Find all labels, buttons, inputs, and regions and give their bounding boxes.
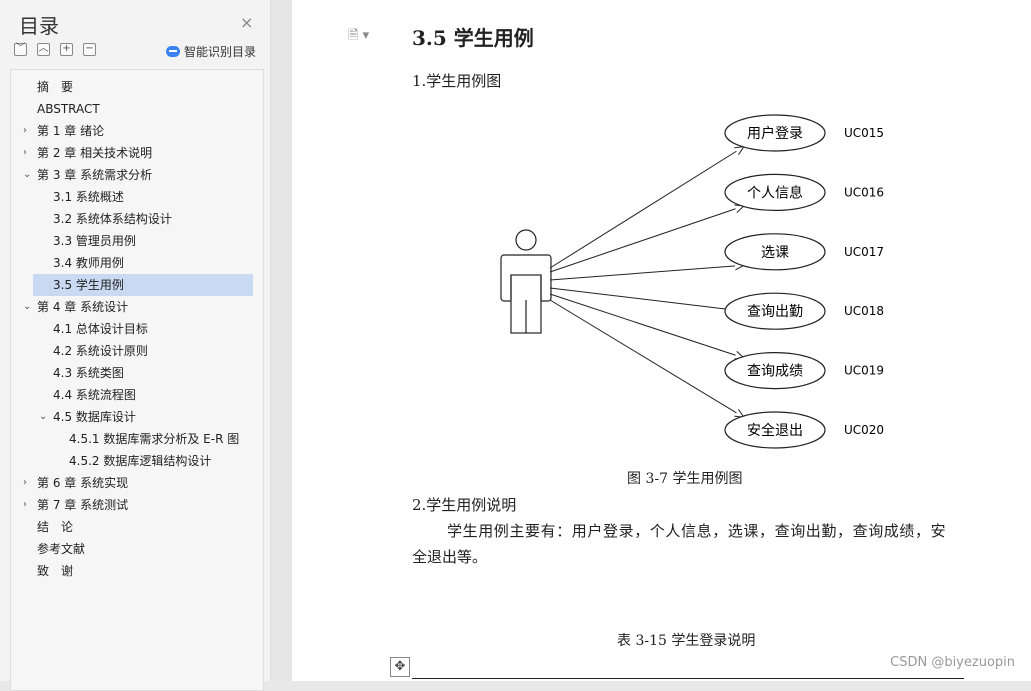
toc-toolbar: ﹀ ︿ + − bbox=[14, 43, 96, 56]
toc-item-label: 第 7 章 系统测试 bbox=[37, 498, 129, 512]
collapse-all-icon[interactable]: ﹀ bbox=[14, 43, 27, 56]
toc-item[interactable]: 4.4 系统流程图 bbox=[11, 384, 263, 406]
page-gutter bbox=[271, 0, 292, 681]
figure-caption: 图 3-7 学生用例图 bbox=[627, 471, 743, 487]
use-case-label: 查询出勤 bbox=[747, 304, 803, 320]
toc-item-label: 4.1 总体设计目标 bbox=[53, 322, 148, 336]
use-case-label: 安全退出 bbox=[747, 422, 803, 439]
use-case-diagram: 用户登录 UC015 个人信息 UC016 选课 UC017 查询出勤 UC018 查询成绩 UC… bbox=[500, 114, 884, 449]
toc-item[interactable]: ABSTRACT bbox=[11, 98, 263, 120]
use-case-label: 个人信息 bbox=[747, 184, 803, 201]
expand-all-icon[interactable]: ︿ bbox=[37, 43, 50, 56]
use-case-label: 查询成绩 bbox=[747, 364, 803, 380]
toc-item-label: 参考文献 bbox=[37, 542, 86, 556]
chevron-down-icon[interactable]: ⌄ bbox=[23, 164, 31, 186]
toc-item-label: 第 4 章 系统设计 bbox=[37, 300, 129, 314]
toc-item-label: 3.3 管理员用例 bbox=[53, 234, 136, 248]
use-case-code: UC019 bbox=[844, 364, 884, 378]
document-page: 🗎 ▾ 3.5 学生用例 1.学生用例图 用户登录 UC015 个人信息 UC016 选… bbox=[292, 0, 1031, 681]
toc-item[interactable]: 3.4 教师用例 bbox=[11, 252, 263, 274]
toc-item-label: 3.4 教师用例 bbox=[53, 256, 124, 270]
close-icon[interactable]: × bbox=[240, 13, 253, 32]
association-line bbox=[549, 265, 744, 281]
toc-item-label: ABSTRACT bbox=[37, 102, 100, 116]
chevron-right-icon[interactable]: › bbox=[23, 494, 27, 516]
toc-item-label: 4.5.1 数据库需求分析及 E-R 图 bbox=[69, 432, 240, 446]
subheading-description: 2.学生用例说明 bbox=[412, 496, 517, 514]
association-line bbox=[549, 299, 744, 417]
watermark: CSDN @biyezuopin bbox=[890, 655, 1015, 670]
association-line bbox=[549, 206, 744, 273]
toc-item-label: 第 2 章 相关技术说明 bbox=[37, 146, 153, 160]
use-case-code: UC016 bbox=[844, 185, 884, 199]
toc-item[interactable]: 参考文献 bbox=[11, 538, 263, 560]
student-actor bbox=[500, 229, 552, 334]
description-line-1: 学生用例主要有：用户登录，个人信息，选课，查询出勤，查询成绩，安 bbox=[447, 522, 947, 540]
toc-item-label: 第 6 章 系统实现 bbox=[37, 476, 129, 490]
toc-item[interactable]: 结 论 bbox=[11, 516, 263, 538]
toc-item[interactable]: 3.3 管理员用例 bbox=[11, 230, 263, 252]
document-icon[interactable]: 🗎 ▾ bbox=[348, 26, 369, 48]
add-heading-icon[interactable]: + bbox=[60, 43, 73, 56]
toc-item[interactable]: 3.1 系统概述 bbox=[11, 186, 263, 208]
toc-item-label: 4.5.2 数据库逻辑结构设计 bbox=[69, 454, 212, 468]
chevron-right-icon[interactable]: › bbox=[23, 120, 27, 142]
toc-item[interactable]: 3.5 学生用例 bbox=[33, 274, 253, 296]
toc-item[interactable]: › 第 6 章 系统实现 bbox=[11, 472, 263, 494]
toc-item-label: 3.1 系统概述 bbox=[53, 190, 124, 204]
subheading-diagram: 1.学生用例图 bbox=[412, 72, 502, 90]
use-case-code: UC017 bbox=[844, 245, 884, 259]
use-case-code: UC018 bbox=[844, 304, 884, 318]
toc-item[interactable]: 摘 要 bbox=[11, 76, 263, 98]
toc-item-label: 4.2 系统设计原则 bbox=[53, 344, 148, 358]
remove-heading-icon[interactable]: − bbox=[83, 43, 96, 56]
use-case-label: 用户登录 bbox=[747, 125, 803, 142]
description-line-2: 全退出等。 bbox=[412, 548, 488, 566]
toc-item-label: 4.3 系统类图 bbox=[53, 366, 124, 380]
toc-item-label: 致 谢 bbox=[37, 564, 74, 578]
chevron-right-icon[interactable]: › bbox=[23, 142, 27, 164]
toc-item-label: 4.5 数据库设计 bbox=[53, 410, 136, 424]
use-case-label: 选课 bbox=[761, 245, 789, 261]
smart-toc-label: 智能识别目录 bbox=[184, 45, 257, 59]
toc-item-label: 第 3 章 系统需求分析 bbox=[37, 168, 153, 182]
table-move-handle-icon[interactable]: ✥ bbox=[390, 657, 410, 677]
toc-item[interactable]: › 第 7 章 系统测试 bbox=[11, 494, 263, 516]
toc-item-label: 4.4 系统流程图 bbox=[53, 388, 136, 402]
toc-item[interactable]: 4.3 系统类图 bbox=[11, 362, 263, 384]
toc-item-label: 摘 要 bbox=[37, 80, 74, 94]
association-line bbox=[549, 147, 744, 269]
toc-item[interactable]: 4.5.2 数据库逻辑结构设计 bbox=[11, 450, 263, 472]
toc-item-label: 第 1 章 绪论 bbox=[37, 124, 105, 138]
toc-item[interactable]: › 第 1 章 绪论 bbox=[11, 120, 263, 142]
section-heading: 3.5 学生用例 bbox=[412, 26, 534, 50]
toc-item[interactable]: ⌄ 第 3 章 系统需求分析 bbox=[11, 164, 263, 186]
toc-item[interactable]: › 第 2 章 相关技术说明 bbox=[11, 142, 263, 164]
use-case-code: UC020 bbox=[844, 423, 884, 437]
association-line bbox=[549, 287, 744, 311]
toc-sidebar: 目录 × ﹀ ︿ + − 智能识别目录 摘 要 ABSTRACT › 第 1 章 绪论… bbox=[0, 0, 271, 691]
table-top-border bbox=[412, 678, 964, 679]
toc-item[interactable]: ⌄ 4.5 数据库设计 bbox=[11, 406, 263, 428]
toc-item-label: 3.5 学生用例 bbox=[53, 278, 124, 292]
chevron-right-icon[interactable]: › bbox=[23, 472, 27, 494]
toc-item[interactable]: 3.2 系统体系结构设计 bbox=[11, 208, 263, 230]
sidebar-title: 目录 bbox=[19, 14, 59, 38]
toc-item-label: 3.2 系统体系结构设计 bbox=[53, 212, 172, 226]
table-caption: 表 3-15 学生登录说明 bbox=[617, 633, 756, 649]
smart-toc-button[interactable]: 智能识别目录 bbox=[166, 43, 256, 60]
use-case-code: UC015 bbox=[844, 126, 884, 140]
chevron-down-icon[interactable]: ⌄ bbox=[39, 406, 47, 428]
toc-item[interactable]: 致 谢 bbox=[11, 560, 263, 582]
toc-list: 摘 要 ABSTRACT › 第 1 章 绪论 › 第 2 章 相关技术说明 ⌄ 第 3 章 … bbox=[10, 69, 264, 691]
toc-item[interactable]: 4.5.1 数据库需求分析及 E-R 图 bbox=[11, 428, 263, 450]
association-line bbox=[549, 293, 744, 358]
chevron-down-icon[interactable]: ⌄ bbox=[23, 296, 31, 318]
toc-item-label: 结 论 bbox=[37, 520, 74, 534]
toc-item[interactable]: 4.2 系统设计原则 bbox=[11, 340, 263, 362]
toc-item[interactable]: 4.1 总体设计目标 bbox=[11, 318, 263, 340]
smart-toc-icon bbox=[166, 46, 180, 57]
toc-item[interactable]: ⌄ 第 4 章 系统设计 bbox=[11, 296, 263, 318]
